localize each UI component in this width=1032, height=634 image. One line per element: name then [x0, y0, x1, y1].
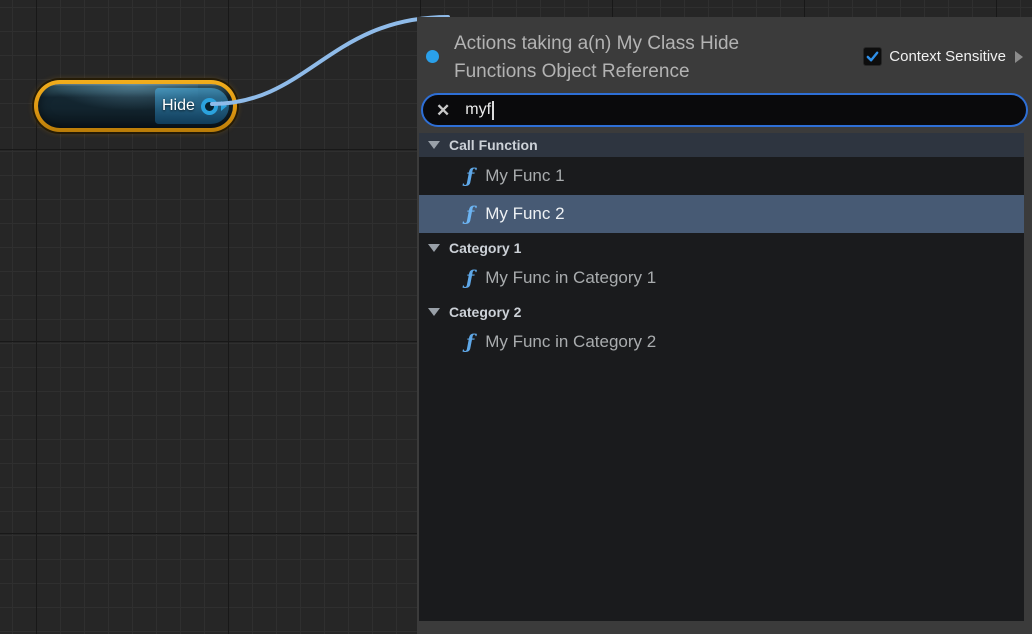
section-header-call-function[interactable]: Call Function [419, 133, 1024, 157]
section-header-label: Call Function [449, 137, 538, 153]
list-item-label: My Func 1 [485, 166, 564, 186]
text-caret [492, 101, 494, 120]
action-list: Call Function ƒ My Func 1 ƒ My Func 2 Ca… [419, 133, 1024, 621]
list-item-my-func-1[interactable]: ƒ My Func 1 [419, 157, 1024, 195]
section-header-label: Category 2 [449, 304, 521, 320]
collapse-triangle-icon [428, 308, 440, 316]
context-sensitive-checkbox[interactable] [863, 47, 882, 66]
hide-variable-node[interactable]: Hide [34, 80, 237, 132]
search-value-wrap: myf [465, 101, 494, 120]
function-icon: ƒ [466, 167, 474, 186]
section-header-category-2[interactable]: Category 2 [419, 300, 1024, 323]
section-header-label: Category 1 [449, 240, 521, 256]
context-menu-panel: Actions taking a(n) My Class Hide Functi… [417, 17, 1032, 634]
list-item-label: My Func in Category 1 [485, 268, 656, 288]
menu-title: Actions taking a(n) My Class Hide Functi… [454, 30, 739, 86]
pin-arrow-icon [221, 101, 227, 111]
list-item-label: My Func in Category 2 [485, 332, 656, 352]
output-pin-zone[interactable]: Hide [155, 88, 229, 124]
function-icon: ƒ [466, 269, 474, 288]
search-value: myf [465, 101, 491, 119]
function-icon: ƒ [466, 333, 474, 352]
context-sensitive-label: Context Sensitive [889, 48, 1006, 65]
object-output-pin-icon[interactable] [201, 98, 218, 115]
clear-search-icon[interactable]: ✕ [436, 102, 450, 119]
menu-title-line-1: Actions taking a(n) My Class Hide [454, 30, 739, 58]
checkmark-icon [865, 49, 880, 64]
collapse-triangle-icon [428, 141, 440, 149]
menu-title-line-2: Functions Object Reference [454, 58, 739, 86]
node-pin-label: Hide [162, 97, 195, 115]
function-icon: ƒ [466, 205, 474, 224]
list-item-my-func-in-category-1[interactable]: ƒ My Func in Category 1 [419, 259, 1024, 297]
list-item-my-func-2[interactable]: ƒ My Func 2 [419, 195, 1024, 233]
search-input[interactable]: ✕ myf [421, 93, 1028, 127]
list-item-my-func-in-category-2[interactable]: ƒ My Func in Category 2 [419, 323, 1024, 361]
object-pin-type-icon [426, 50, 439, 63]
section-header-category-1[interactable]: Category 1 [419, 236, 1024, 259]
list-item-label: My Func 2 [485, 204, 564, 224]
collapse-triangle-icon [428, 244, 440, 252]
expander-arrow-icon[interactable] [1015, 51, 1023, 63]
context-sensitive-control: Context Sensitive [863, 47, 1023, 66]
node-body: Hide [38, 84, 233, 128]
